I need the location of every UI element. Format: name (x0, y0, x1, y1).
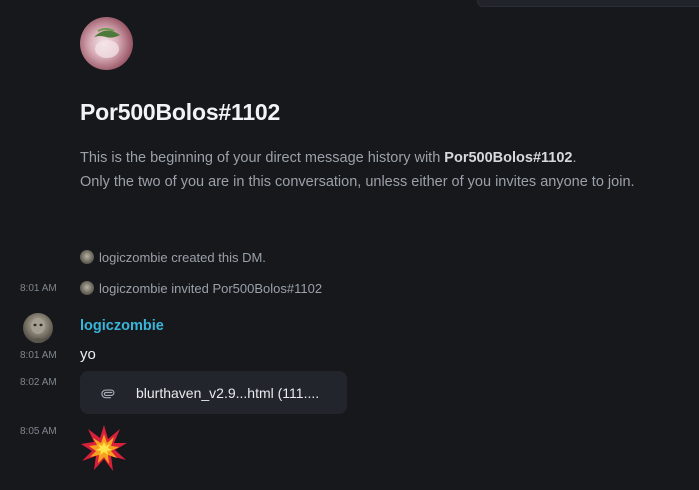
recipient-avatar (80, 17, 133, 70)
collision-emoji-icon (81, 425, 127, 471)
timestamp: 8:02 AM (20, 377, 57, 388)
timestamp: 8:01 AM (20, 283, 57, 294)
attachment-filename[interactable]: blurthaven_v2.9...html (111.... (136, 385, 319, 401)
file-attachment[interactable]: blurthaven_v2.9...html (111.... (80, 371, 347, 414)
timestamp: 8:05 AM (20, 426, 57, 437)
message-text: yo (80, 346, 96, 363)
author-name[interactable]: logiczombie (80, 318, 164, 334)
intro-prefix: This is the beginning of your direct mes… (80, 150, 445, 166)
author-avatar[interactable] (23, 313, 53, 343)
paperclip-icon (101, 389, 115, 398)
system-event-text: logiczombie invited Por500Bolos#1102 (99, 280, 323, 296)
intro-username[interactable]: Por500Bolos#1102 (444, 150, 572, 166)
system-event-text: logiczombie created this DM. (99, 249, 266, 265)
avatar (80, 281, 94, 295)
page-title: Por500Bolos#1102 (80, 99, 281, 125)
search-bar-edge[interactable] (477, 0, 699, 7)
dm-intro: This is the beginning of your direct mes… (80, 146, 635, 194)
timestamp: 8:01 AM (20, 350, 57, 361)
system-event-created: logiczombie created this DM. (80, 248, 266, 266)
intro-line-2: Only the two of you are in this conversa… (80, 174, 635, 190)
system-event-invited: logiczombie invited Por500Bolos#1102 (80, 279, 322, 297)
avatar (80, 250, 94, 264)
intro-suffix: . (572, 150, 577, 166)
